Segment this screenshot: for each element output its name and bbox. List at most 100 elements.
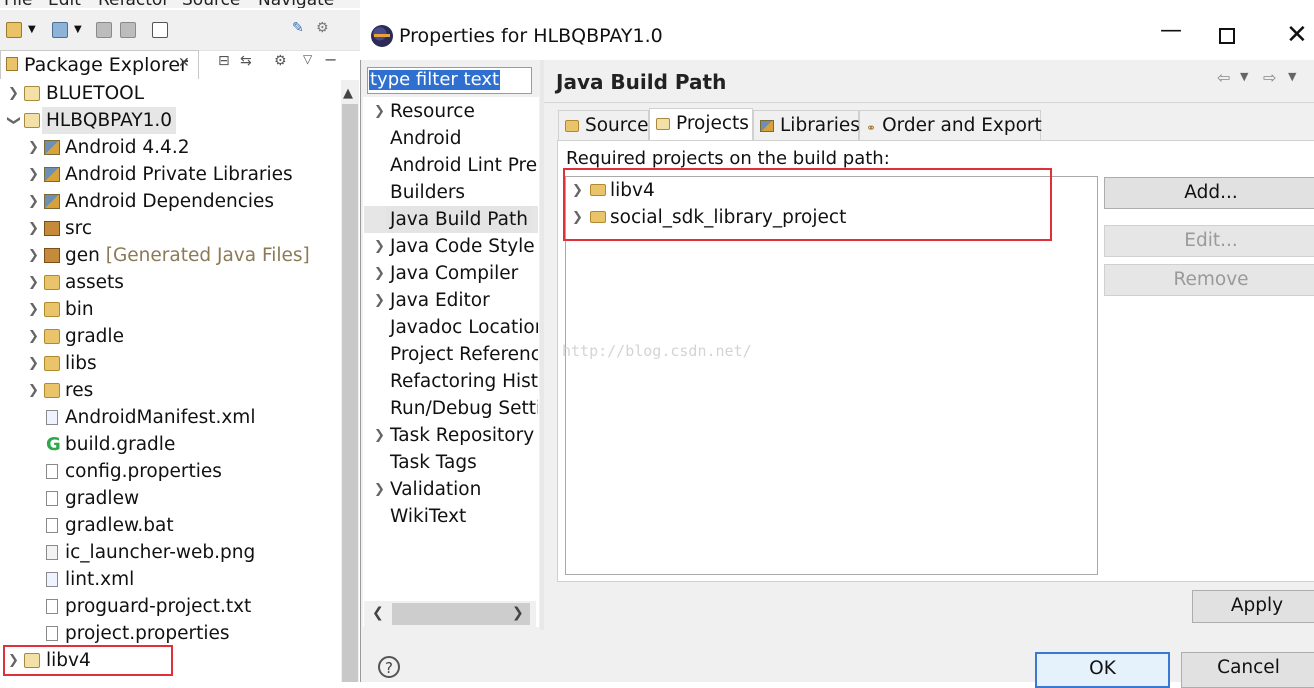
ok-button[interactable]: OK <box>1035 652 1170 688</box>
save-icon[interactable] <box>96 22 112 38</box>
tree-item-gradlew-bat[interactable]: gradlew.bat <box>0 512 342 539</box>
nav-item-java-build-path[interactable]: Java Build Path <box>364 206 538 233</box>
scroll-up-icon[interactable]: ▲ <box>343 86 353 101</box>
chevron-right-icon[interactable]: ❯ <box>8 80 19 107</box>
chevron-right-icon[interactable]: ❯ <box>28 242 39 269</box>
tree-item-hlbqbpay[interactable]: ❯ HLBQBPAY1.0 <box>0 107 342 134</box>
minimize-icon[interactable]: — <box>1160 20 1182 46</box>
chevron-right-icon[interactable]: ❯ <box>28 350 39 377</box>
tree-item-private-libraries[interactable]: ❯ Android Private Libraries <box>0 161 342 188</box>
tree-item-androidmanifest[interactable]: AndroidManifest.xml <box>0 404 342 431</box>
chevron-right-icon[interactable]: ❯ <box>28 215 39 242</box>
nav-item-project-references[interactable]: Project Referenc <box>364 341 538 368</box>
tree-item-lint-xml[interactable]: lint.xml <box>0 566 342 593</box>
tree-item-ic-launcher[interactable]: ic_launcher-web.png <box>0 539 342 566</box>
tree-item-proguard[interactable]: proguard-project.txt <box>0 593 342 620</box>
tree-item-build-gradle[interactable]: G build.gradle <box>0 431 342 458</box>
nav-item-resource[interactable]: ❯ Resource <box>364 98 538 125</box>
menu-refactor[interactable]: Refactor <box>98 0 169 8</box>
sash-divider[interactable] <box>540 60 544 630</box>
chevron-right-icon[interactable]: ❯ <box>374 98 385 125</box>
forward-dropdown-icon[interactable]: ▼ <box>1288 70 1296 83</box>
new-wizard-icon[interactable] <box>52 22 68 38</box>
view-menu-icon[interactable]: ▽ <box>303 52 312 66</box>
scrollbar-thumb[interactable] <box>342 104 358 682</box>
maximize-icon[interactable] <box>1219 28 1235 44</box>
tree-item-android-442[interactable]: ❯ Android 4.4.2 <box>0 134 342 161</box>
scroll-right-icon[interactable]: ❯ <box>512 605 524 621</box>
close-icon[interactable]: ✕ <box>178 55 190 71</box>
link-editor-icon[interactable]: ⇆ <box>240 53 252 69</box>
pin-icon[interactable]: ✎ <box>292 20 306 36</box>
menu-file[interactable]: File <box>4 0 32 8</box>
binary-icon[interactable] <box>152 22 168 38</box>
chevron-right-icon[interactable]: ❯ <box>28 188 39 215</box>
tab-libraries[interactable]: Libraries <box>753 110 860 140</box>
tree-item-gradle[interactable]: ❯ gradle <box>0 323 342 350</box>
menu-source[interactable]: Source <box>182 0 240 8</box>
filter-input-text[interactable]: type filter text <box>369 70 501 90</box>
chevron-right-icon[interactable]: ❯ <box>28 134 39 161</box>
minimize-view-icon[interactable]: − <box>324 50 337 69</box>
chevron-right-icon[interactable]: ❯ <box>28 269 39 296</box>
nav-item-refactoring-history[interactable]: Refactoring Histo <box>364 368 538 395</box>
collapse-all-icon[interactable]: ⊟ <box>218 53 230 69</box>
edit-button[interactable]: Edit... <box>1104 225 1314 257</box>
tree-item-android-dependencies[interactable]: ❯ Android Dependencies <box>0 188 342 215</box>
nav-item-android[interactable]: Android <box>364 125 538 152</box>
add-button[interactable]: Add... <box>1104 177 1314 209</box>
chevron-right-icon[interactable]: ❯ <box>374 287 385 314</box>
apply-button[interactable]: Apply <box>1192 590 1314 623</box>
nav-item-javadoc[interactable]: Javadoc Locatior <box>364 314 538 341</box>
tree-item-src[interactable]: ❯ src <box>0 215 342 242</box>
remove-button[interactable]: Remove <box>1104 264 1314 296</box>
chevron-right-icon[interactable]: ❯ <box>374 260 385 287</box>
nav-item-run-debug[interactable]: Run/Debug Setti <box>364 395 538 422</box>
chevron-right-icon[interactable]: ❯ <box>374 476 385 503</box>
forward-arrow-icon[interactable]: ⇨ <box>1263 68 1276 87</box>
chevron-right-icon[interactable]: ❯ <box>374 233 385 260</box>
nav-item-task-repository[interactable]: ❯ Task Repository <box>364 422 538 449</box>
nav-item-validation[interactable]: ❯ Validation <box>364 476 538 503</box>
cancel-button[interactable]: Cancel <box>1181 652 1314 688</box>
tree-item-config-properties[interactable]: config.properties <box>0 458 342 485</box>
nav-item-wikitext[interactable]: WikiText <box>364 503 538 530</box>
chevron-right-icon[interactable]: ❯ <box>28 161 39 188</box>
chevron-right-icon[interactable]: ❯ <box>374 422 385 449</box>
close-window-icon[interactable]: ✕ <box>1286 20 1308 50</box>
tree-item-bin[interactable]: ❯ bin <box>0 296 342 323</box>
menu-edit[interactable]: Edit <box>48 0 81 8</box>
save-all-icon[interactable] <box>120 22 136 38</box>
back-arrow-icon[interactable]: ⇦ <box>1217 68 1230 87</box>
nav-item-builders[interactable]: Builders <box>364 179 538 206</box>
filter-icon[interactable]: ⚙ <box>274 53 287 69</box>
chevron-right-icon[interactable]: ❯ <box>28 377 39 404</box>
tree-item-assets[interactable]: ❯ assets <box>0 269 342 296</box>
nav-item-java-editor[interactable]: ❯ Java Editor <box>364 287 538 314</box>
nav-item-java-code-style[interactable]: ❯ Java Code Style <box>364 233 538 260</box>
nav-item-android-lint[interactable]: Android Lint Pre <box>364 152 538 179</box>
tree-item-res[interactable]: ❯ res <box>0 377 342 404</box>
scroll-left-icon[interactable]: ❮ <box>372 605 384 621</box>
help-icon[interactable]: ? <box>378 656 400 678</box>
chevron-right-icon[interactable]: ❯ <box>28 296 39 323</box>
tree-item-gradlew[interactable]: gradlew <box>0 485 342 512</box>
tree-item-libs[interactable]: ❯ libs <box>0 350 342 377</box>
tab-projects[interactable]: Projects <box>649 108 753 141</box>
nav-item-java-compiler[interactable]: ❯ Java Compiler <box>364 260 538 287</box>
chevron-down-icon[interactable]: ❯ <box>0 115 27 126</box>
tool-icon[interactable]: ⚙ <box>316 20 330 36</box>
scrollbar-thumb[interactable] <box>392 603 530 625</box>
tree-item-gen[interactable]: ❯ gen [Generated Java Files] <box>0 242 342 269</box>
new-dropdown-icon[interactable]: ▼ <box>28 24 42 38</box>
new-icon[interactable] <box>6 22 22 38</box>
tab-source[interactable]: Source <box>558 110 649 140</box>
tab-order-export[interactable]: ⚭ Order and Export <box>859 110 1042 140</box>
chevron-right-icon[interactable]: ❯ <box>28 323 39 350</box>
menu-navigate[interactable]: Navigate <box>258 0 334 8</box>
nav-item-task-tags[interactable]: Task Tags <box>364 449 538 476</box>
tree-item-bluetool[interactable]: ❯ BLUETOOL <box>0 80 342 107</box>
wizard-dropdown-icon[interactable]: ▼ <box>74 24 88 38</box>
tree-item-project-properties[interactable]: project.properties <box>0 620 342 647</box>
back-dropdown-icon[interactable]: ▼ <box>1240 70 1248 83</box>
